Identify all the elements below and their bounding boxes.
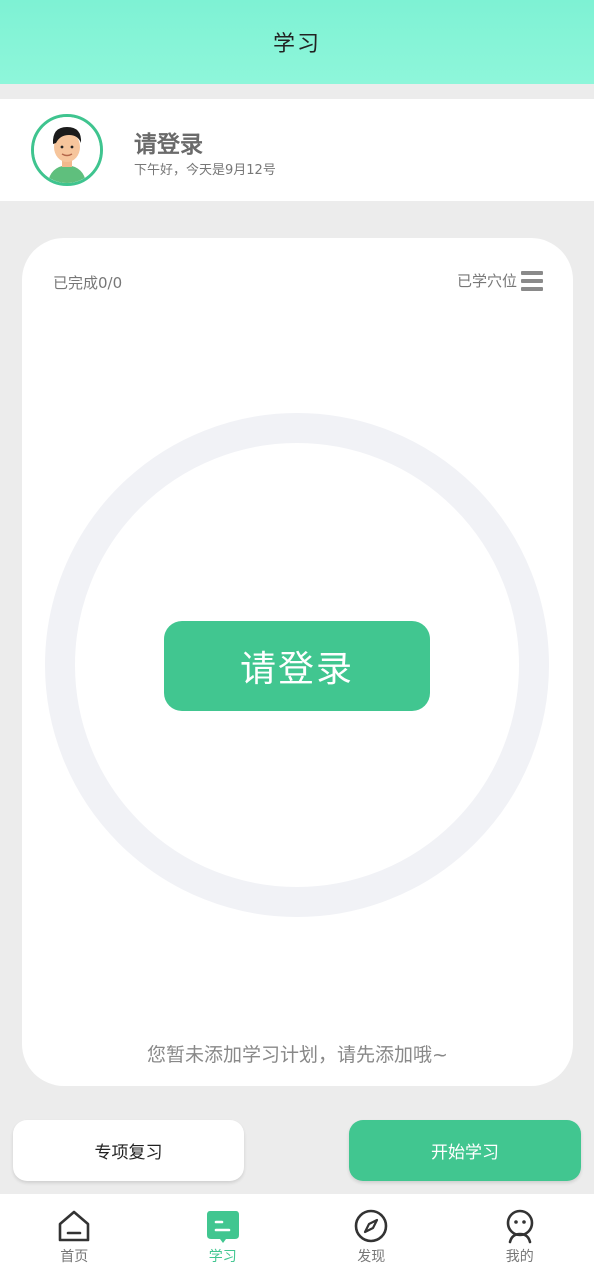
study-icon xyxy=(205,1208,241,1244)
bottom-tab-bar: 首页 学习 发现 我的 xyxy=(0,1194,594,1280)
tab-mine-label: 我的 xyxy=(505,1249,534,1265)
tab-discover-label: 发现 xyxy=(357,1249,386,1265)
top-header: 学习 xyxy=(0,0,594,84)
tab-study[interactable]: 学习 xyxy=(149,1194,298,1280)
tab-home[interactable]: 首页 xyxy=(0,1194,149,1280)
login-button[interactable]: 请登录 xyxy=(164,621,430,711)
progress-count: 已完成0/0 xyxy=(53,274,123,292)
greeting-text: 下午好，今天是9月12号 xyxy=(134,163,276,178)
profile-banner[interactable]: 请登录 下午好，今天是9月12号 xyxy=(0,99,594,201)
profile-icon xyxy=(502,1208,538,1244)
special-review-button[interactable]: 专项复习 xyxy=(13,1120,244,1181)
home-icon xyxy=(56,1208,92,1244)
profile-name[interactable]: 请登录 xyxy=(134,125,203,159)
empty-plan-tip: 您暂未添加学习计划，请先添加哦~ xyxy=(147,1044,448,1066)
tab-mine[interactable]: 我的 xyxy=(446,1194,594,1280)
start-study-button[interactable]: 开始学习 xyxy=(349,1120,581,1181)
compass-icon xyxy=(353,1208,389,1244)
learned-points-label: 已学穴位 xyxy=(456,272,517,290)
tab-discover[interactable]: 发现 xyxy=(297,1194,446,1280)
tab-home-label: 首页 xyxy=(60,1249,89,1265)
tab-study-label: 学习 xyxy=(208,1249,237,1265)
avatar-illustration-icon xyxy=(34,117,100,183)
list-menu-icon xyxy=(521,270,543,291)
page-title: 学习 xyxy=(272,32,321,57)
learned-points-button[interactable]: 已学穴位 xyxy=(457,270,543,291)
study-card: 已完成0/0 已学穴位 请登录 您暂未添加学习计划，请先添加哦~ xyxy=(22,238,573,1086)
avatar[interactable] xyxy=(31,114,103,186)
